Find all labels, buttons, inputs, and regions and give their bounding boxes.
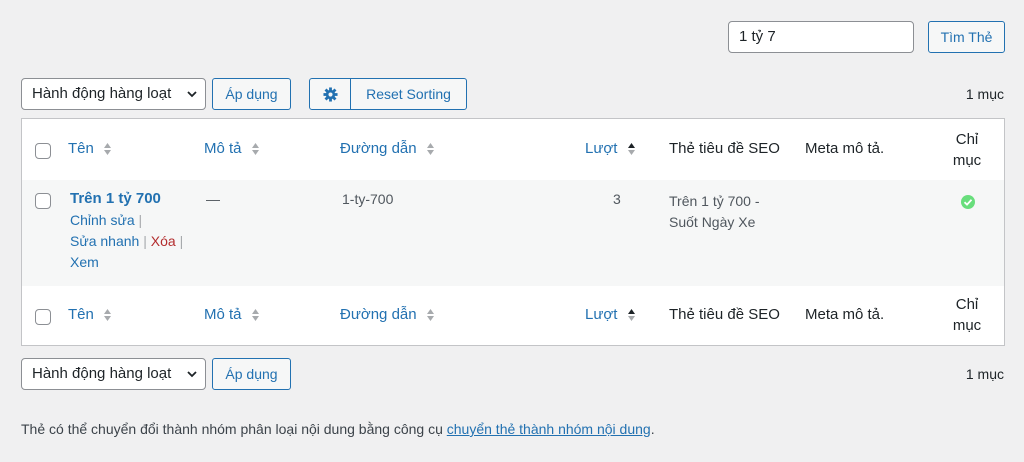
edit-link[interactable]: Chỉnh sửa xyxy=(70,212,135,228)
table-header-row: Tên Mô tả Đường dẫn Lượt Thẻ tiêu đề SEO… xyxy=(22,119,1004,181)
tag-name-cell: Trên 1 tỷ 700 Chỉnh sửa | Sửa nhanh | Xó… xyxy=(70,190,183,273)
footnote-end: . xyxy=(650,421,655,437)
table-footer-row: Tên Mô tả Đường dẫn Lượt Thẻ tiêu đề SEO… xyxy=(22,286,1004,345)
column-description-header[interactable]: Mô tả xyxy=(204,140,260,157)
footnote-text: Thẻ có thể chuyển đổi thành nhóm phân lo… xyxy=(21,421,447,437)
row-checkbox[interactable] xyxy=(35,193,51,209)
action-separator: | xyxy=(179,233,184,249)
convert-tags-link[interactable]: chuyển thẻ thành nhóm nội dung xyxy=(447,421,651,437)
items-count-top: 1 mục xyxy=(965,86,1004,102)
bulk-action-label: Hành động hàng loạt xyxy=(32,365,172,382)
column-description-label[interactable]: Mô tả xyxy=(204,140,242,157)
bulk-action-select-top[interactable]: Hành động hàng loạt xyxy=(21,78,206,110)
sort-icon xyxy=(426,143,434,156)
row-actions: Chỉnh sửa | Sửa nhanh | Xóa | Xem xyxy=(70,210,183,273)
seo-title-line: Trên 1 tỷ 700 - xyxy=(669,193,760,209)
items-count-bottom: 1 mục xyxy=(965,366,1004,382)
column-slug-label[interactable]: Đường dẫn xyxy=(340,140,417,157)
sort-icon xyxy=(251,309,259,322)
conversion-footnote: Thẻ có thể chuyển đổi thành nhóm phân lo… xyxy=(21,421,655,437)
column-count-footer[interactable]: Lượt xyxy=(585,306,636,323)
reset-sorting-button[interactable]: Reset Sorting xyxy=(350,78,467,110)
column-slug-footer[interactable]: Đường dẫn xyxy=(340,306,435,323)
sort-icon xyxy=(251,143,259,156)
bulk-action-label: Hành động hàng loạt xyxy=(32,85,172,102)
seo-title-cell: Trên 1 tỷ 700 - Suốt Ngày Xe xyxy=(669,191,760,233)
search-tags-button[interactable]: Tìm Thẻ xyxy=(928,21,1005,53)
tags-table: Tên Mô tả Đường dẫn Lượt Thẻ tiêu đề SEO… xyxy=(21,118,1005,346)
column-description-label[interactable]: Mô tả xyxy=(204,306,242,323)
column-index-label-2: mục xyxy=(952,152,982,169)
post-count-link[interactable]: 3 xyxy=(613,191,621,207)
column-description-footer[interactable]: Mô tả xyxy=(204,306,260,323)
tag-search-input[interactable]: 1 tỷ 7 xyxy=(728,21,914,53)
bulk-action-select-bottom[interactable]: Hành động hàng loạt xyxy=(21,358,206,390)
sort-active-icon xyxy=(627,309,635,322)
column-seo-title-footer: Thẻ tiêu đề SEO xyxy=(669,306,780,323)
column-index-footer: Chỉ mục xyxy=(948,294,986,336)
column-index-header: Chỉ mục xyxy=(948,129,986,171)
chevron-down-icon xyxy=(187,371,197,378)
column-index-label-1: Chỉ xyxy=(955,296,979,313)
column-slug-header[interactable]: Đường dẫn xyxy=(340,140,435,157)
sort-icon xyxy=(104,143,112,156)
indexed-check-icon xyxy=(961,195,975,209)
action-separator: | xyxy=(143,233,147,249)
column-count-header[interactable]: Lượt xyxy=(585,140,636,157)
column-meta-header: Meta mô tả. xyxy=(805,140,885,157)
delete-link[interactable]: Xóa xyxy=(151,233,176,249)
column-name-label[interactable]: Tên xyxy=(68,140,94,157)
gear-icon xyxy=(322,87,338,102)
sort-active-icon xyxy=(627,143,635,156)
seo-title-line: Suốt Ngày Xe xyxy=(669,214,756,230)
column-seo-title-header: Thẻ tiêu đề SEO xyxy=(669,140,780,157)
table-row: Trên 1 tỷ 700 Chỉnh sửa | Sửa nhanh | Xó… xyxy=(22,180,1004,287)
column-name-footer[interactable]: Tên xyxy=(68,306,112,323)
column-index-label-1: Chỉ xyxy=(955,131,979,148)
view-link[interactable]: Xem xyxy=(70,254,99,270)
column-count-label[interactable]: Lượt xyxy=(585,140,617,157)
tag-title-link[interactable]: Trên 1 tỷ 700 xyxy=(70,190,183,207)
action-separator: | xyxy=(138,212,143,228)
sort-icon xyxy=(104,309,112,322)
column-index-label-2: mục xyxy=(952,317,982,334)
select-all-checkbox[interactable] xyxy=(35,143,51,159)
sort-icon xyxy=(426,309,434,322)
apply-button-top[interactable]: Áp dụng xyxy=(212,78,291,110)
column-name-label[interactable]: Tên xyxy=(68,306,94,323)
column-slug-label[interactable]: Đường dẫn xyxy=(340,306,417,323)
column-count-label[interactable]: Lượt xyxy=(585,306,617,323)
quick-edit-link[interactable]: Sửa nhanh xyxy=(70,233,139,249)
sort-settings-button[interactable] xyxy=(309,78,351,110)
slug-cell: 1-ty-700 xyxy=(342,191,394,207)
apply-button-bottom[interactable]: Áp dụng xyxy=(212,358,291,390)
column-meta-footer: Meta mô tả. xyxy=(805,306,885,323)
select-all-checkbox-bottom[interactable] xyxy=(35,309,51,325)
description-cell: — xyxy=(206,191,220,207)
column-name-header[interactable]: Tên xyxy=(68,140,112,157)
chevron-down-icon xyxy=(187,91,197,98)
